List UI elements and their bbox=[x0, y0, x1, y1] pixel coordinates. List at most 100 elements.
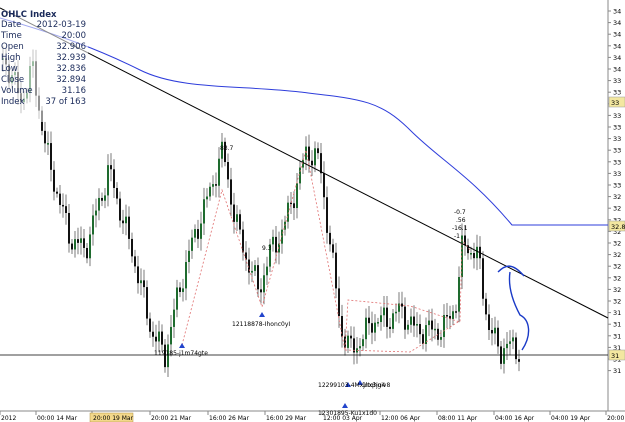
candle bbox=[203, 187, 205, 235]
candle-body bbox=[101, 197, 103, 201]
candle bbox=[434, 318, 436, 340]
candle bbox=[407, 320, 409, 335]
price-chart[interactable]: 34 34 34 34 34 34 33 33 33 33 33 33 33 33 33 33 32 32 32 32… bbox=[0, 0, 625, 422]
candle-body bbox=[182, 288, 184, 292]
candle bbox=[395, 303, 397, 322]
candle bbox=[509, 330, 511, 356]
candle bbox=[161, 324, 163, 352]
candle bbox=[152, 321, 154, 347]
candle-body bbox=[206, 196, 208, 200]
candle-body bbox=[332, 244, 334, 253]
candle bbox=[245, 241, 247, 271]
candle bbox=[455, 304, 457, 319]
ohlc-label: High bbox=[1, 53, 21, 63]
candle-body bbox=[149, 318, 151, 332]
candle-body bbox=[56, 191, 58, 194]
candle bbox=[401, 291, 403, 319]
candle bbox=[128, 206, 130, 250]
time-axis-label: 16:00 29 Mar bbox=[266, 415, 307, 422]
candle bbox=[320, 143, 322, 184]
candle bbox=[362, 334, 364, 351]
candle-body bbox=[488, 314, 490, 331]
chart-annotation-label: 1ltqhgiv8 bbox=[362, 382, 390, 389]
candle-body bbox=[119, 198, 121, 221]
candle-body bbox=[68, 212, 70, 244]
candle bbox=[200, 211, 202, 251]
candle bbox=[329, 225, 331, 252]
candle-body bbox=[446, 315, 448, 317]
price-tag: 31 bbox=[608, 349, 625, 361]
candle bbox=[488, 304, 490, 341]
candle-body bbox=[494, 327, 496, 334]
ohlc-value: 2012-03-19 bbox=[36, 20, 86, 30]
descending-trendline bbox=[0, 7, 609, 319]
chart-annotation-label: -0.7 bbox=[454, 209, 466, 216]
candle bbox=[491, 318, 493, 346]
candle-body bbox=[98, 197, 100, 211]
candle bbox=[44, 121, 46, 153]
candle bbox=[68, 203, 70, 253]
candle bbox=[122, 209, 124, 234]
candle-body bbox=[209, 186, 211, 197]
candle-body bbox=[275, 236, 277, 253]
candle bbox=[218, 147, 220, 198]
candle-body bbox=[263, 275, 265, 293]
candle-body bbox=[503, 348, 505, 364]
candle-body bbox=[80, 238, 82, 243]
candle bbox=[77, 227, 79, 255]
ohlc-row-low: Low 32.836 bbox=[0, 64, 88, 75]
candle bbox=[272, 229, 274, 252]
candle-body bbox=[191, 237, 193, 251]
ohlc-label: Low bbox=[1, 64, 18, 74]
candle-body bbox=[143, 280, 145, 288]
candle-body bbox=[290, 202, 292, 205]
candle bbox=[131, 232, 133, 263]
price-axis-label: 33 bbox=[613, 112, 621, 120]
candle-body bbox=[482, 258, 484, 299]
candle bbox=[293, 191, 295, 221]
candle bbox=[230, 167, 232, 217]
candle bbox=[386, 295, 388, 339]
candle bbox=[350, 326, 352, 348]
candle-body bbox=[176, 287, 178, 310]
candle bbox=[239, 209, 241, 235]
chart-window[interactable]: 34 34 34 34 34 34 33 33 33 33 33 33 33 33 33 33 32 32 32 32… bbox=[0, 0, 625, 422]
price-axis-label: 33 bbox=[613, 89, 621, 97]
candle bbox=[326, 186, 328, 244]
candle bbox=[347, 330, 349, 353]
candle-body bbox=[338, 288, 340, 317]
candle bbox=[275, 225, 277, 264]
candle-body bbox=[65, 206, 67, 213]
candle-body bbox=[401, 303, 403, 307]
candle-body bbox=[287, 202, 289, 222]
candle-body bbox=[296, 183, 298, 209]
time-axis-label: 20:00 19 Mar bbox=[93, 415, 134, 422]
candle bbox=[233, 192, 235, 234]
candle bbox=[104, 188, 106, 209]
price-tag: 32.8 bbox=[608, 220, 625, 232]
candle-body bbox=[506, 343, 508, 349]
candle-body bbox=[92, 215, 94, 235]
time-axis-label: 20:00 21 Mar bbox=[151, 415, 192, 422]
candle-body bbox=[266, 266, 268, 276]
candle-body bbox=[227, 162, 229, 180]
candle bbox=[437, 323, 439, 346]
candle-body bbox=[314, 148, 316, 166]
ohlc-label: Volume bbox=[1, 86, 33, 96]
candle bbox=[380, 306, 382, 331]
ohlc-label: Close bbox=[1, 75, 25, 85]
candle bbox=[143, 269, 145, 298]
candle bbox=[287, 195, 289, 229]
candle bbox=[515, 332, 517, 365]
price-axis-label: 32 bbox=[613, 205, 621, 213]
candle-body bbox=[389, 326, 391, 329]
time-axis-label: 04:00 16 Apr bbox=[495, 415, 535, 422]
candle-body bbox=[428, 320, 430, 326]
candle bbox=[494, 316, 496, 345]
candle bbox=[236, 205, 238, 232]
candle bbox=[71, 239, 73, 254]
candle-body bbox=[422, 334, 424, 344]
candle-body bbox=[188, 250, 190, 263]
price-axis-label: 34 bbox=[613, 19, 621, 27]
pivot-marker bbox=[179, 343, 185, 348]
